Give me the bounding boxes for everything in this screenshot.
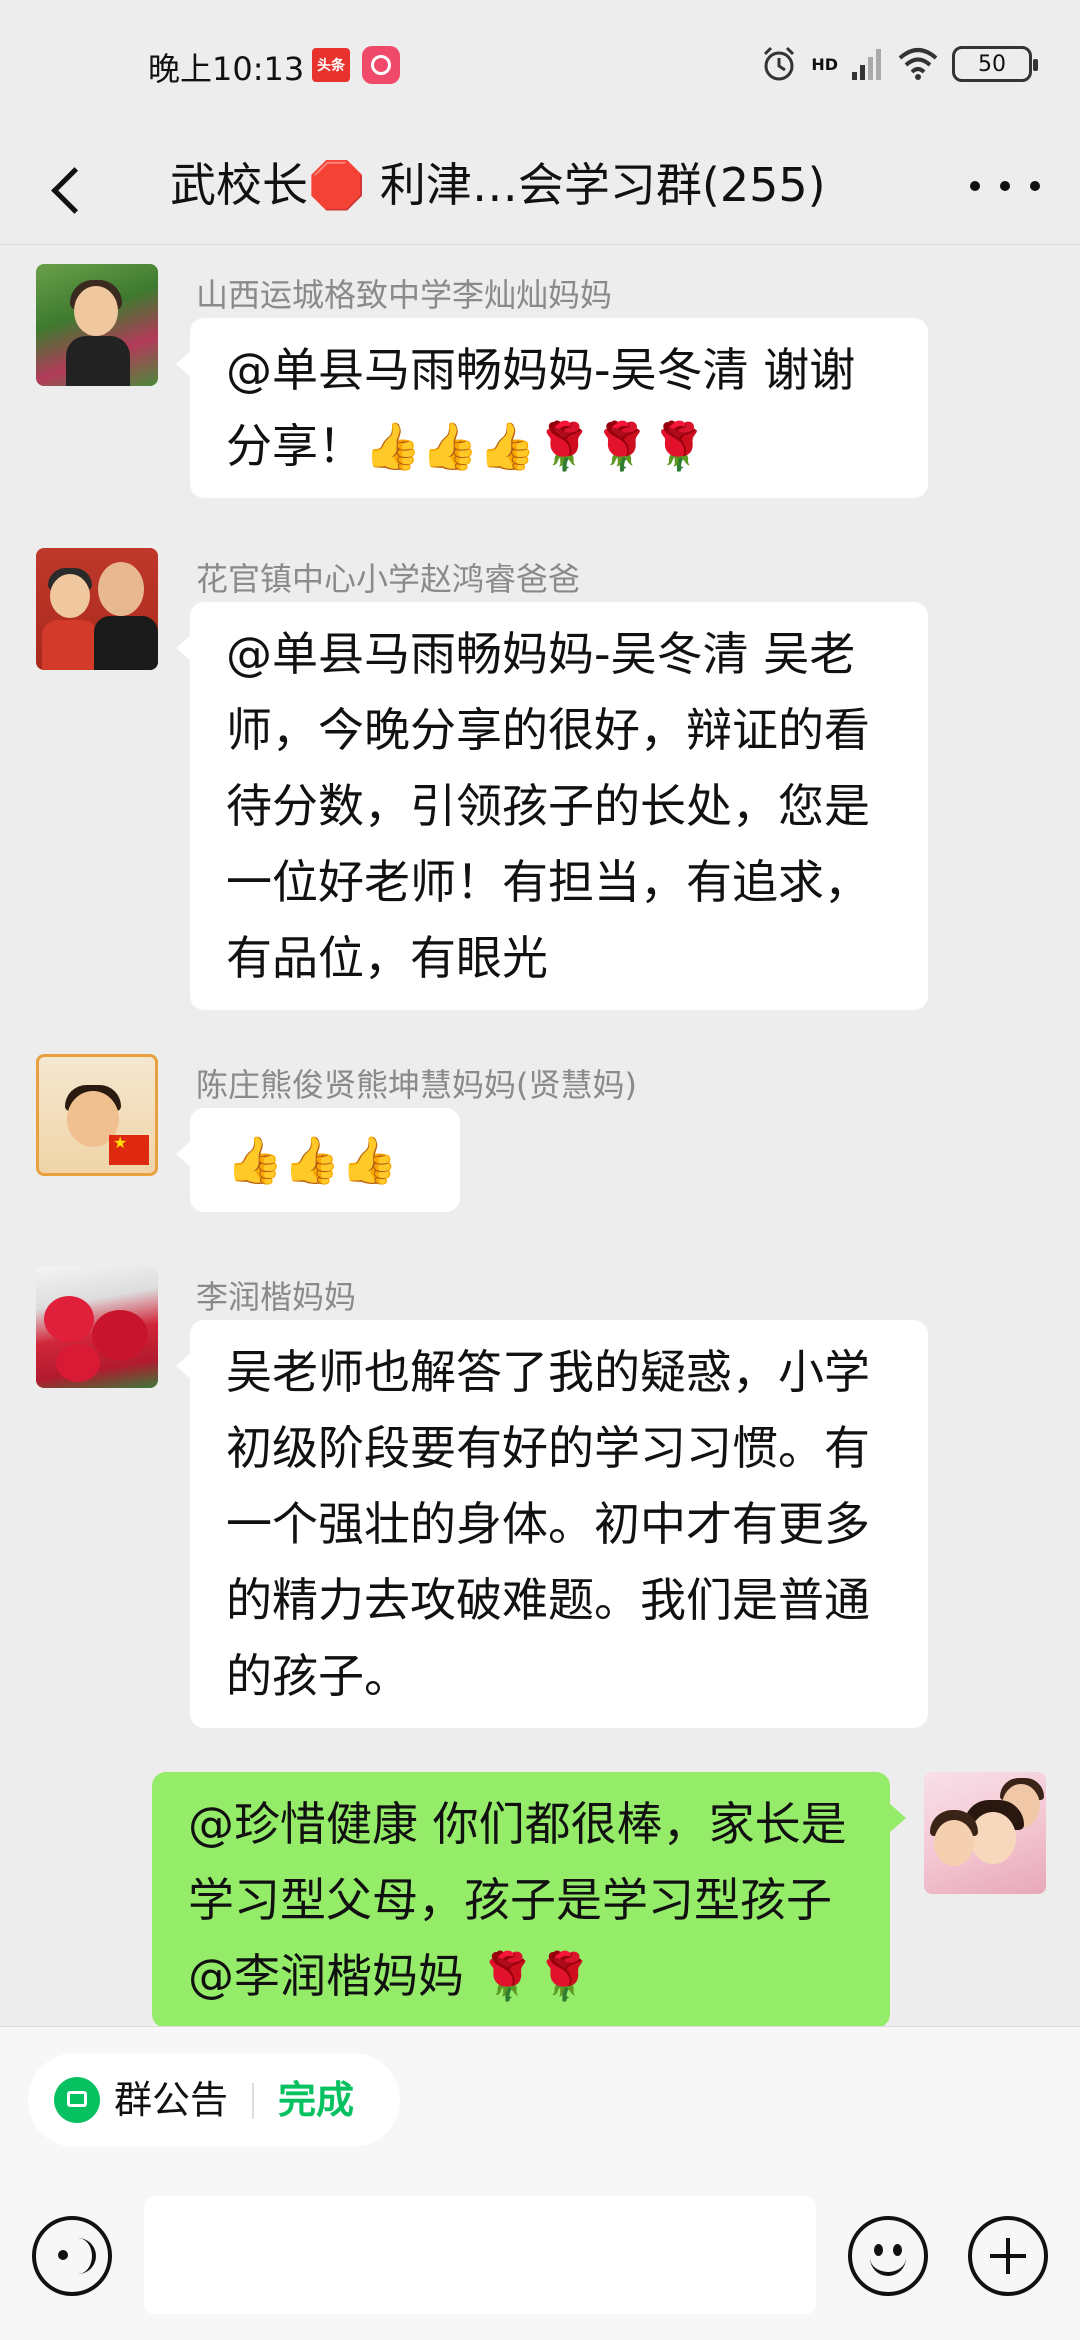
message-bubble[interactable]: 吴老师也解答了我的疑惑，小学初级阶段要有好的学习习惯。有一个强壮的身体。初中才有… <box>176 1320 928 1728</box>
my-avatar[interactable] <box>924 1772 1046 1894</box>
notification-app-icon <box>362 46 400 84</box>
plus-icon[interactable] <box>968 2216 1048 2296</box>
sender-name: 陈庄熊俊贤熊坤慧妈妈(贤慧妈) <box>196 1066 637 1104</box>
chat-title: 武校长🛑 利津…会学习群(255) <box>170 158 826 212</box>
chat-header: 武校长🛑 利津…会学习群(255) <box>0 130 1080 245</box>
message-bubble[interactable]: 👍👍👍 <box>176 1108 460 1212</box>
message-list[interactable]: 山西运城格致中学李灿灿妈妈 @单县马雨畅妈妈-吴冬清 谢谢分享！👍👍👍🌹🌹🌹 花… <box>0 246 1080 2026</box>
avatar[interactable] <box>36 264 158 386</box>
back-arrow-icon[interactable] <box>40 160 100 220</box>
status-bar: 晚上10:13 头条 HD 50 <box>0 0 1080 130</box>
message-bubble[interactable]: @单县马雨畅妈妈-吴冬清 吴老师，今晚分享的很好，辩证的看待分数，引领孩子的长处… <box>176 602 928 1010</box>
announcement-label[interactable]: 群公告 <box>114 2075 228 2125</box>
message-input[interactable] <box>144 2196 816 2314</box>
group-announcement-chip[interactable]: 群公告 完成 <box>28 2053 400 2147</box>
my-message-bubble[interactable]: @珍惜健康 你们都很棒，家长是学习型父母，孩子是学习型孩子@李润楷妈妈 🌹🌹 <box>152 1772 906 2026</box>
done-button[interactable]: 完成 <box>278 2075 354 2125</box>
sender-name: 花官镇中心小学赵鸿睿爸爸 <box>196 560 581 598</box>
network-type-label: HD <box>811 54 838 74</box>
sender-name: 山西运城格致中学李灿灿妈妈 <box>196 276 613 314</box>
voice-icon[interactable] <box>32 2216 112 2296</box>
avatar[interactable] <box>36 1054 158 1176</box>
emoji-icon[interactable] <box>848 2216 928 2296</box>
sender-name: 李润楷妈妈 <box>196 1278 357 1316</box>
status-indicators: HD 50 <box>759 40 1038 88</box>
message-bubble[interactable]: @单县马雨畅妈妈-吴冬清 谢谢分享！👍👍👍🌹🌹🌹 <box>176 318 928 498</box>
wifi-icon <box>898 48 938 80</box>
avatar[interactable] <box>36 1266 158 1388</box>
divider <box>252 2083 254 2119</box>
avatar[interactable] <box>36 548 158 670</box>
status-time: 晚上10:13 <box>148 50 305 88</box>
alarm-icon <box>764 46 795 81</box>
more-dots-icon[interactable] <box>970 166 1040 206</box>
signal-icon <box>852 49 881 80</box>
announcement-icon <box>54 2077 100 2123</box>
battery-icon: 50 <box>952 46 1038 82</box>
toutiao-app-icon: 头条 <box>312 48 350 82</box>
